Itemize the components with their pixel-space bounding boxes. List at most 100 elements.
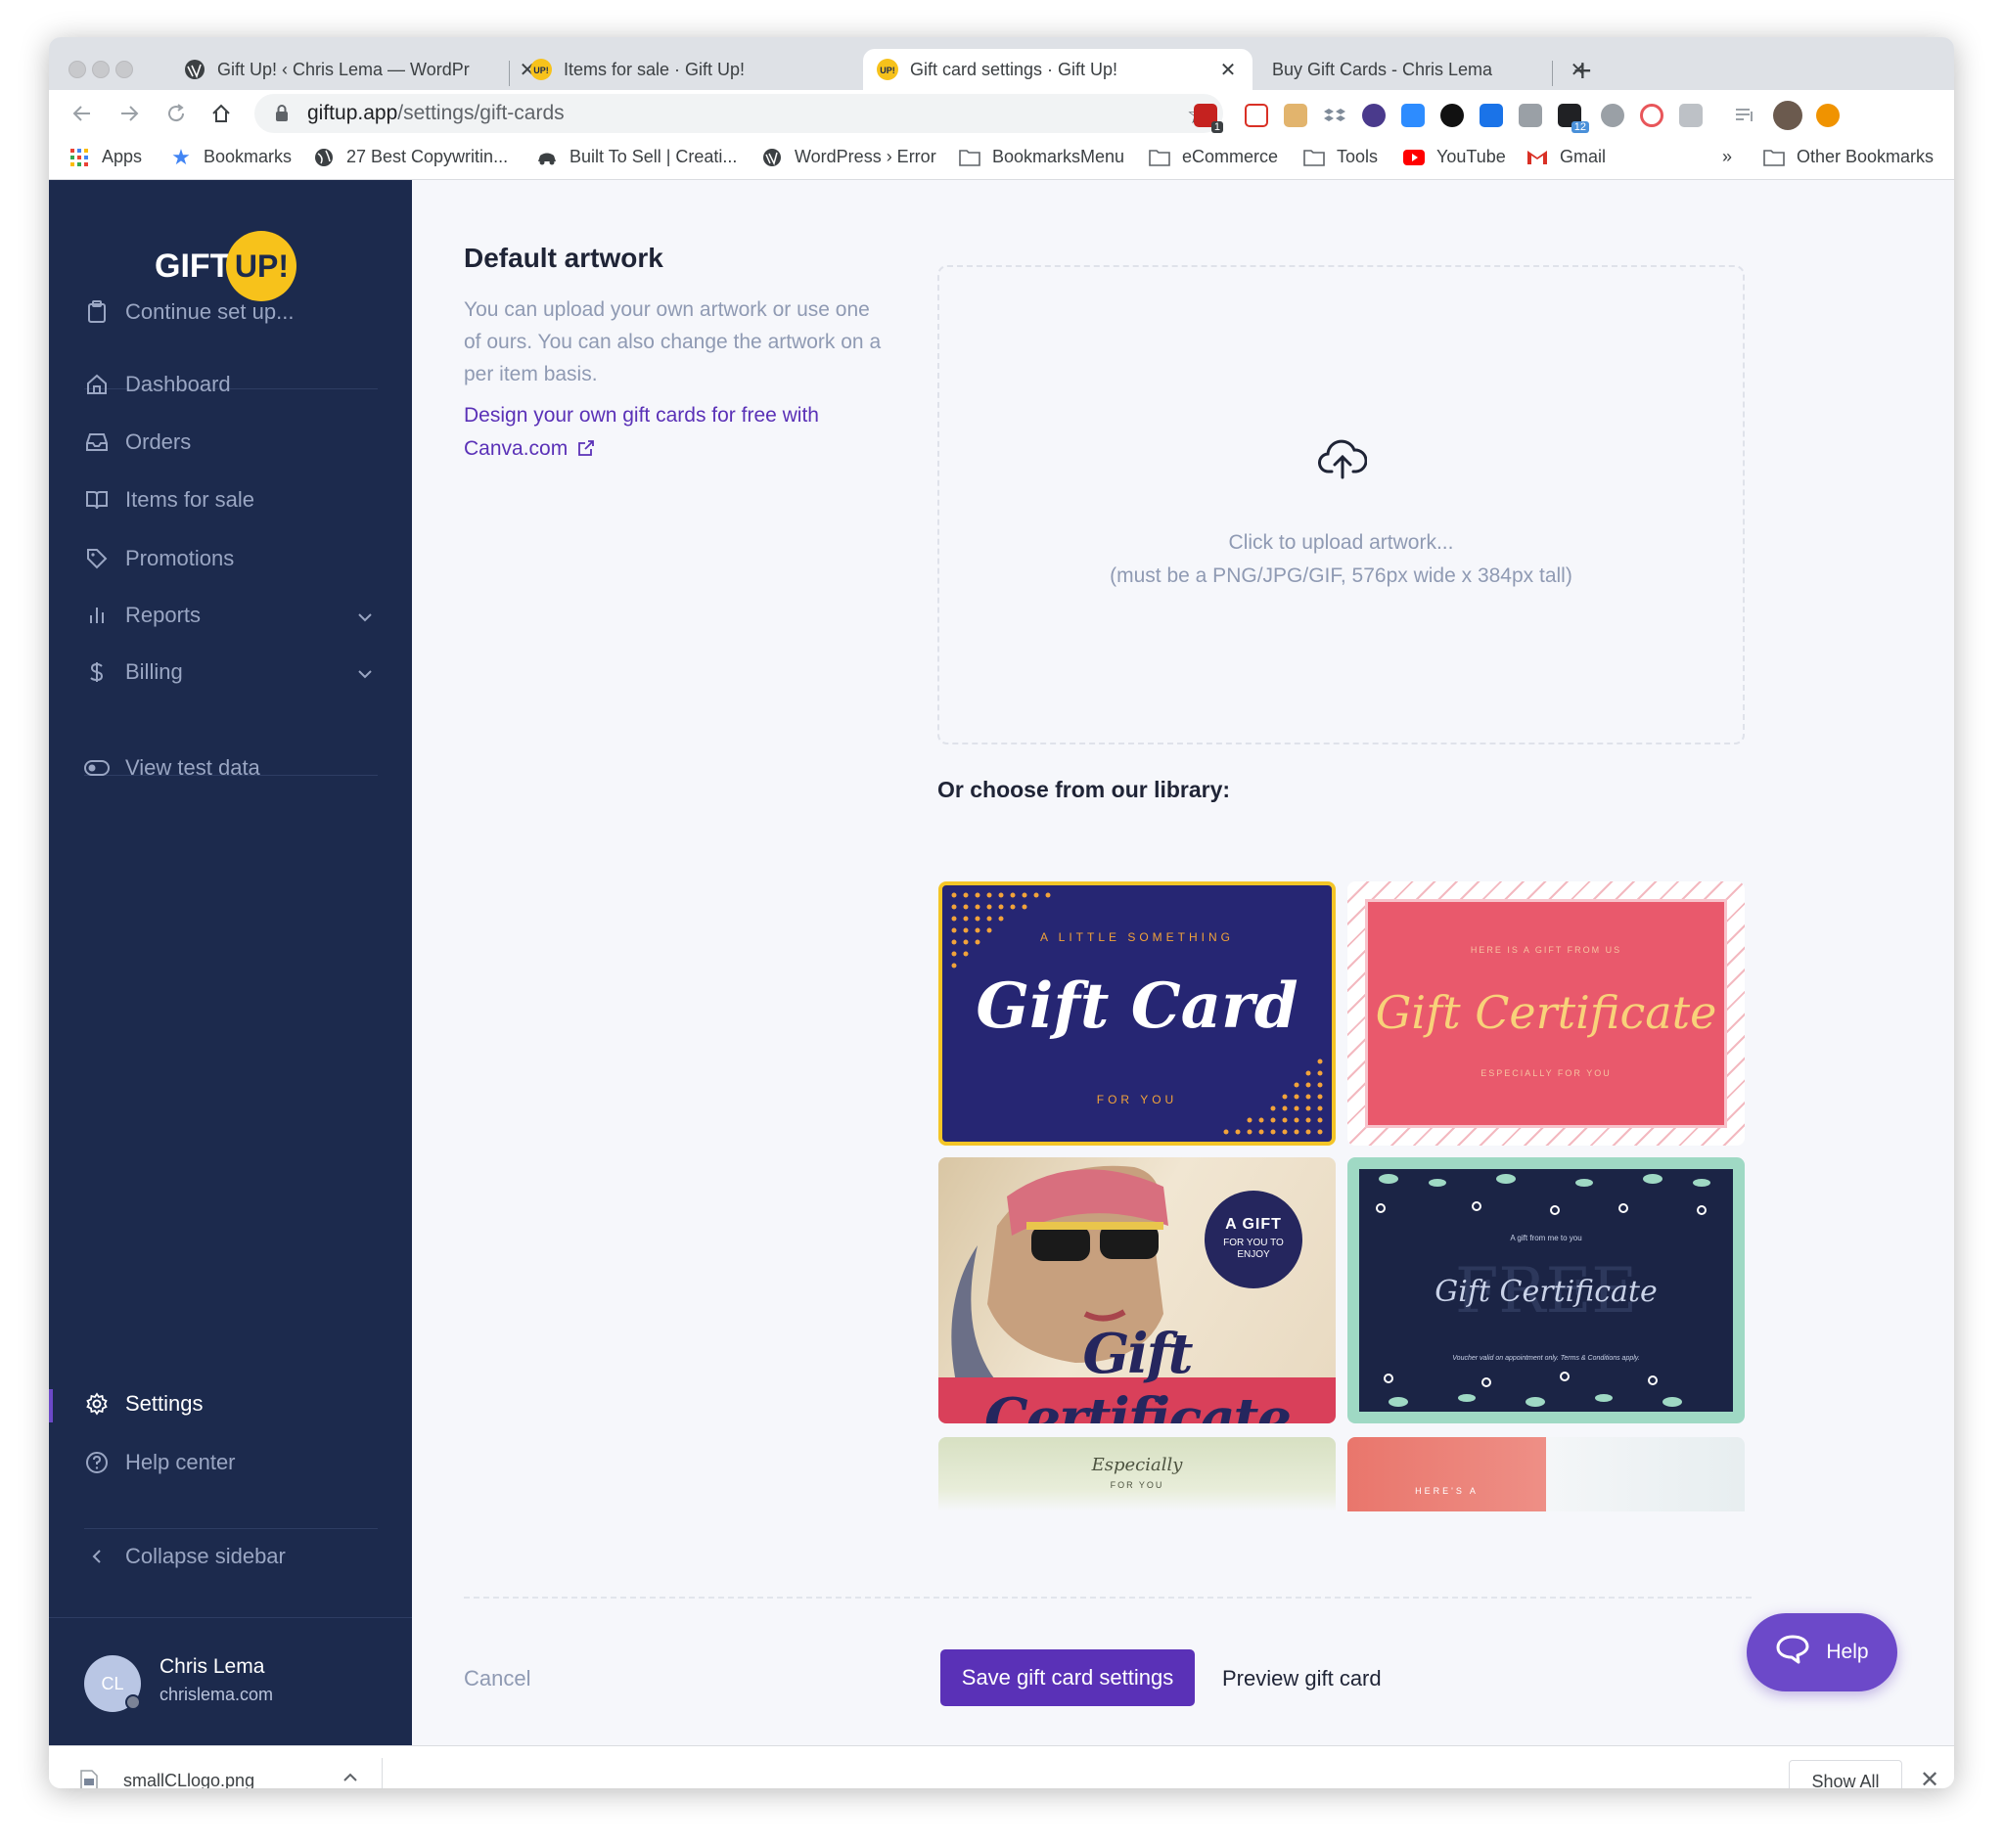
card-top-text: A LITTLE SOMETHING [1039, 930, 1235, 944]
cancel-button[interactable]: Cancel [464, 1666, 530, 1691]
todoist-extension-icon[interactable]: 1 [1194, 104, 1223, 133]
bookmark-folder[interactable]: Tools [1303, 147, 1378, 167]
update-icon[interactable] [1816, 104, 1840, 127]
browser-tab-active[interactable]: UP! Gift card settings · Gift Up! ✕ [863, 49, 1252, 90]
user-name: Chris Lema [159, 1655, 265, 1678]
browser-toolbar: giftup.app/settings/gift-cards ☆ 1 12 [49, 90, 1954, 137]
u-extension-icon[interactable] [1601, 104, 1624, 127]
close-icon[interactable]: ✕ [1920, 1766, 1939, 1788]
bookmarks-overflow-button[interactable]: » [1722, 147, 1732, 167]
sidebar-item-orders[interactable]: Orders [84, 429, 191, 455]
nav-label: Settings [125, 1391, 204, 1416]
globe-icon [313, 148, 335, 167]
downloads-bar: smallCLlogo.png Show All ✕ [49, 1745, 1954, 1788]
gmail-icon [1526, 148, 1548, 167]
card-title: Gift Certificate [1375, 986, 1717, 1039]
home-button[interactable] [204, 96, 239, 131]
browser-window: Gift Up! ‹ Chris Lema — WordPr ✕ UP! Ite… [49, 37, 1954, 1788]
browser-tab[interactable]: Buy Gift Cards - Chris Lema ✕ [1252, 49, 1603, 90]
sidebar-item-billing[interactable]: Billing [84, 659, 183, 685]
sidebar-item-items-for-sale[interactable]: Items for sale [84, 487, 254, 513]
chevron-down-icon[interactable] [354, 607, 376, 628]
artwork-upload-dropzone[interactable]: Click to upload artwork... (must be a PN… [937, 265, 1745, 744]
library-card-gift-card[interactable]: A LITTLE SOMETHING Gift Card FOR YOU [938, 881, 1336, 1146]
canva-link[interactable]: Design your own gift cards for free with… [464, 399, 885, 468]
giftup-favicon-icon: UP! [877, 59, 898, 80]
bookmark-item[interactable]: Apps [68, 147, 142, 167]
lifebuoy-extension-icon[interactable] [1640, 104, 1663, 127]
library-card-gift-certificate-navy[interactable]: A gift from me to you FREE Gift Certific… [1347, 1157, 1745, 1423]
view-test-data-toggle[interactable]: View test data [84, 755, 260, 781]
bookmark-folder[interactable]: BookmarksMenu [959, 147, 1124, 167]
avatar: CL [84, 1655, 141, 1712]
sidebar-item-settings[interactable]: Settings [84, 1391, 204, 1417]
grey-extension-icon[interactable] [1679, 104, 1703, 127]
bookmark-folder[interactable]: eCommerce [1149, 147, 1278, 167]
gmail-extension-icon[interactable] [1245, 104, 1268, 127]
bookmark-item[interactable]: Gmail [1526, 147, 1606, 167]
inbox-icon [84, 429, 110, 455]
s-extension-icon[interactable] [1480, 104, 1503, 127]
video-extension-icon[interactable] [1519, 104, 1542, 127]
browser-tab[interactable]: UP! Items for sale · Gift Up! ✕ [517, 49, 898, 90]
youtube-icon [1403, 148, 1425, 167]
save-gift-card-settings-button[interactable]: Save gift card settings [940, 1649, 1195, 1706]
user-profile[interactable]: CL Chris Lema chrislema.com [49, 1617, 412, 1745]
library-card-gift-certificate-pink[interactable]: HERE IS A GIFT FROM US Gift Certificate … [1347, 881, 1745, 1146]
bookmark-item[interactable]: 27 Best Copywritin... [313, 147, 508, 167]
bookmark-label: Built To Sell | Creati... [569, 147, 738, 166]
home-icon [212, 104, 230, 122]
bookmark-item[interactable]: ★ Bookmarks [170, 145, 292, 169]
download-item[interactable]: smallCLlogo.png [80, 1770, 254, 1788]
dropbox-extension-icon[interactable] [1323, 104, 1346, 127]
reading-list-icon[interactable] [1734, 104, 1757, 127]
nav-label: Promotions [125, 546, 235, 570]
zoom-extension-icon[interactable] [1401, 104, 1425, 127]
close-icon[interactable]: ✕ [1217, 58, 1239, 82]
address-bar[interactable]: giftup.app/settings/gift-cards ☆ [254, 94, 1223, 133]
help-button[interactable]: Help [1747, 1613, 1897, 1691]
bookmark-item[interactable]: Built To Sell | Creati... [536, 147, 737, 167]
chevron-up-icon[interactable] [341, 1768, 360, 1788]
giftup-favicon-icon: UP! [530, 59, 552, 80]
new-tab-button[interactable]: + [1573, 55, 1592, 86]
wordpress-icon [761, 148, 783, 167]
continue-setup-link[interactable]: Continue set up... [84, 299, 294, 325]
library-card-heres-a[interactable]: HERE'S A [1347, 1437, 1745, 1511]
preview-gift-card-button[interactable]: Preview gift card [1222, 1666, 1382, 1691]
library-card-gift-certificate-photo[interactable]: A GIFT FOR YOU TO ENJOY Gift Certificate [938, 1157, 1336, 1423]
collapse-sidebar-button[interactable]: Collapse sidebar [84, 1544, 286, 1569]
lock-icon [274, 104, 299, 123]
browser-tab[interactable]: Gift Up! ‹ Chris Lema — WordPr ✕ [170, 49, 552, 90]
card-title: Gift Card [976, 969, 1298, 1043]
sidebar-item-help-center[interactable]: Help center [84, 1450, 236, 1475]
show-all-downloads-button[interactable]: Show All [1789, 1760, 1902, 1788]
close-window-button[interactable] [68, 61, 86, 78]
card-bottom-text: Voucher valid on appointment only. Terms… [1452, 1355, 1640, 1362]
profile-avatar-icon[interactable] [1773, 101, 1802, 130]
home-icon [84, 372, 110, 397]
maximize-window-button[interactable] [115, 61, 133, 78]
eye-extension-icon[interactable] [1440, 104, 1464, 127]
arrow-right-icon [121, 106, 139, 121]
sidebar-item-promotions[interactable]: Promotions [84, 546, 234, 571]
other-bookmarks-folder[interactable]: Other Bookmarks [1763, 147, 1934, 167]
circle-extension-icon[interactable] [1362, 104, 1386, 127]
bookmark-item[interactable]: YouTube [1403, 147, 1506, 167]
reload-button[interactable] [159, 96, 194, 131]
library-card-especially[interactable]: Especially FOR YOU [938, 1437, 1336, 1511]
bookmark-label: Apps [102, 147, 143, 166]
card-bottom-text: FOR YOU [1096, 1093, 1178, 1106]
forward-button[interactable] [112, 96, 147, 131]
chevron-down-icon[interactable] [354, 663, 376, 685]
giftup-logo[interactable]: GIFT UP! [155, 231, 297, 301]
minimize-window-button[interactable] [92, 61, 110, 78]
upload-instruction: Click to upload artwork... [1228, 531, 1454, 554]
url-host: giftup.app [307, 102, 398, 124]
bookmark-item[interactable]: WordPress › Error [761, 147, 936, 167]
stats-extension-icon[interactable]: 12 [1558, 104, 1589, 133]
sidebar-item-reports[interactable]: Reports [84, 603, 201, 628]
robot-extension-icon[interactable] [1284, 104, 1307, 127]
sidebar-item-dashboard[interactable]: Dashboard [84, 372, 231, 397]
back-button[interactable] [65, 96, 100, 131]
